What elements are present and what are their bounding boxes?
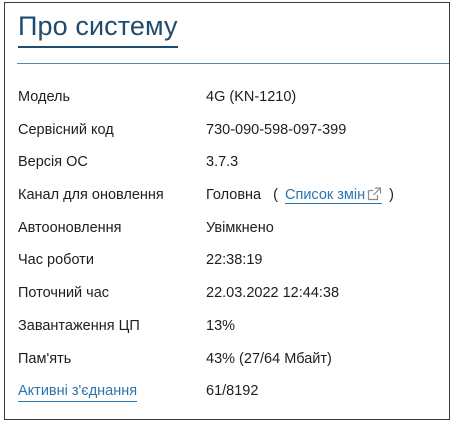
current-time-value: 22.03.2022 12:44:38	[206, 285, 340, 302]
title-divider	[17, 63, 449, 64]
row-current-time: Поточний час 22.03.2022 12:44:38	[18, 277, 443, 310]
active-connections-value: 61/8192	[206, 383, 259, 400]
close-paren: )	[389, 187, 394, 204]
page-title: Про систему	[18, 9, 178, 48]
row-cpu-load: Завантаження ЦП 13%	[18, 310, 443, 343]
uptime-label: Час роботи	[18, 252, 94, 269]
row-os-version: Версія ОС 3.7.3	[18, 146, 443, 179]
memory-label: Пам'ять	[18, 350, 72, 367]
memory-value: 43% (27/64 Мбайт)	[206, 350, 332, 367]
update-channel-label: Канал для оновлення	[18, 187, 164, 204]
row-update-channel: Канал для оновлення Головна ( Список змі…	[18, 179, 443, 212]
update-channel-name: Головна	[206, 187, 262, 204]
external-link-icon	[368, 187, 382, 201]
row-auto-update: Автооновлення Увімкнено	[18, 212, 443, 245]
changelog-link-label: Список змін	[285, 187, 366, 204]
row-model: Модель 4G (KN-1210)	[18, 81, 443, 114]
open-paren: (	[273, 187, 278, 204]
cpu-load-label: Завантаження ЦП	[18, 317, 140, 334]
os-version-value: 3.7.3	[206, 154, 239, 171]
model-value: 4G (KN-1210)	[206, 89, 297, 105]
system-info-list: Модель 4G (KN-1210) Сервісний код 730-09…	[18, 81, 443, 408]
active-connections-link[interactable]: Активні з'єднання	[18, 381, 138, 403]
update-channel-value: Головна ( Список змін )	[206, 179, 394, 211]
system-info-panel: Про систему Модель 4G (KN-1210) Сервісни…	[4, 2, 450, 420]
row-memory: Пам'ять 43% (27/64 Мбайт)	[18, 343, 443, 376]
model-label: Модель	[18, 89, 71, 105]
os-version-label: Версія ОС	[18, 154, 88, 171]
auto-update-value: Увімкнено	[206, 219, 274, 236]
current-time-label: Поточний час	[18, 285, 110, 302]
row-service-code: Сервісний код 730-090-598-097-399	[18, 114, 443, 147]
cpu-load-value: 13%	[206, 317, 236, 334]
uptime-value: 22:38:19	[206, 252, 263, 269]
changelog-link[interactable]: Список змін	[285, 187, 383, 205]
service-code-value: 730-090-598-097-399	[206, 121, 347, 138]
row-uptime: Час роботи 22:38:19	[18, 244, 443, 277]
row-active-connections: Активні з'єднання 61/8192	[18, 375, 443, 408]
service-code-label: Сервісний код	[18, 121, 114, 138]
auto-update-label: Автооновлення	[18, 219, 122, 236]
